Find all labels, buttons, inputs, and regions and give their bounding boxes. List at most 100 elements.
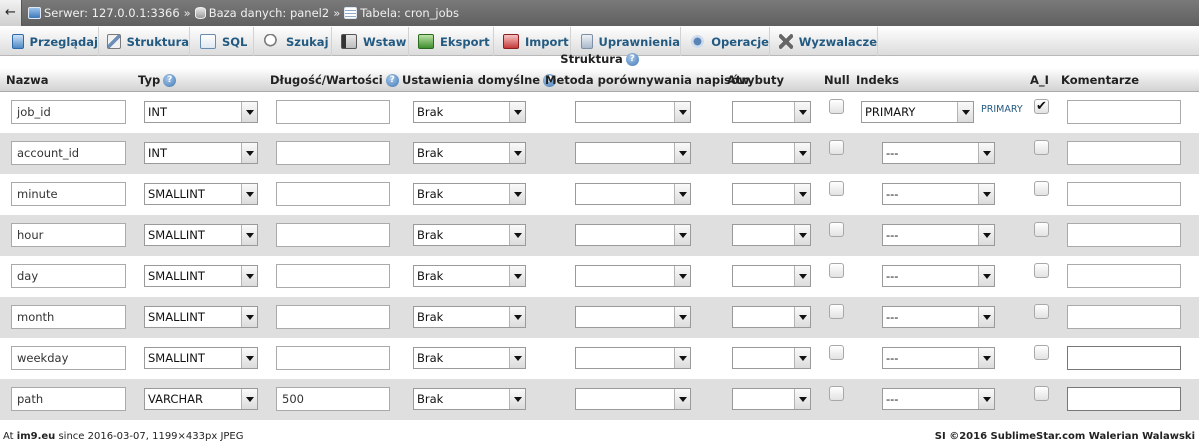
index-select[interactable]: --- xyxy=(882,224,995,246)
null-checkbox[interactable] xyxy=(829,222,844,237)
collation-select[interactable] xyxy=(575,183,691,205)
column-name-input[interactable]: minute xyxy=(11,182,126,206)
attributes-select[interactable] xyxy=(732,306,811,328)
default-select[interactable]: Brak xyxy=(413,388,526,410)
type-select[interactable]: INT xyxy=(144,142,258,164)
comment-input[interactable] xyxy=(1067,305,1181,329)
default-select[interactable]: Brak xyxy=(413,101,526,123)
index-select[interactable]: --- xyxy=(882,388,995,410)
comment-input[interactable] xyxy=(1067,223,1181,247)
auto-increment-checkbox[interactable] xyxy=(1034,181,1049,196)
collation-select[interactable] xyxy=(575,224,691,246)
type-select[interactable]: SMALLINT xyxy=(144,306,258,328)
comment-input[interactable] xyxy=(1067,100,1181,124)
null-checkbox[interactable] xyxy=(829,263,844,278)
comment-input[interactable] xyxy=(1067,182,1181,206)
type-select[interactable]: VARCHAR xyxy=(144,388,258,410)
default-select[interactable]: Brak xyxy=(413,347,526,369)
type-select[interactable]: INT xyxy=(144,101,258,123)
chevron-down-icon xyxy=(674,225,690,245)
column-name-input[interactable]: day xyxy=(11,264,126,288)
help-icon[interactable]: ? xyxy=(163,74,177,87)
breadcrumb-server[interactable]: Serwer: 127.0.0.1:3366 xyxy=(44,6,180,20)
auto-increment-checkbox[interactable] xyxy=(1034,304,1049,319)
breadcrumb-table[interactable]: Tabela: cron_jobs xyxy=(360,6,459,20)
chevron-down-icon xyxy=(794,266,810,286)
tab-label: Uprawnienia xyxy=(598,34,680,49)
auto-increment-checkbox[interactable]: ✔ xyxy=(1034,99,1049,114)
column-name-input[interactable]: job_id xyxy=(11,100,126,124)
null-checkbox[interactable] xyxy=(829,140,844,155)
comment-input[interactable] xyxy=(1067,264,1181,288)
type-select[interactable]: SMALLINT xyxy=(144,347,258,369)
length-input[interactable] xyxy=(276,305,390,329)
attributes-select[interactable] xyxy=(732,388,811,410)
null-checkbox[interactable] xyxy=(829,181,844,196)
type-select[interactable]: SMALLINT xyxy=(144,224,258,246)
collation-select[interactable] xyxy=(575,142,691,164)
default-select[interactable]: Brak xyxy=(413,183,526,205)
length-input[interactable] xyxy=(276,182,390,206)
section-caption: Struktura? xyxy=(0,50,1199,68)
default-select[interactable]: Brak xyxy=(413,265,526,287)
col-default-header: Ustawienia domyślne? xyxy=(402,73,557,87)
auto-increment-checkbox[interactable] xyxy=(1034,386,1049,401)
chevron-down-icon xyxy=(509,389,525,409)
column-name-input[interactable]: account_id xyxy=(11,141,126,165)
col-index-header: Indeks xyxy=(856,73,899,87)
attributes-select[interactable] xyxy=(732,101,811,123)
index-select[interactable]: --- xyxy=(882,265,995,287)
index-select[interactable]: --- xyxy=(882,142,995,164)
comment-input[interactable] xyxy=(1067,346,1181,370)
index-select[interactable]: --- xyxy=(882,183,995,205)
length-input[interactable] xyxy=(276,100,390,124)
collation-select[interactable] xyxy=(575,265,691,287)
column-name-input[interactable]: path xyxy=(11,387,126,411)
attributes-select[interactable] xyxy=(732,347,811,369)
attributes-select[interactable] xyxy=(732,224,811,246)
index-link[interactable]: PRIMARY xyxy=(981,104,1023,115)
null-checkbox[interactable] xyxy=(829,304,844,319)
help-icon[interactable]: ? xyxy=(625,53,639,66)
column-name-input[interactable]: hour xyxy=(11,223,126,247)
auto-increment-checkbox[interactable] xyxy=(1034,222,1049,237)
length-input[interactable] xyxy=(276,346,390,370)
length-input[interactable] xyxy=(276,223,390,247)
table-row: minute SMALLINT Brak --- xyxy=(0,174,1199,215)
column-name-input[interactable]: weekday xyxy=(11,346,126,370)
length-input[interactable] xyxy=(276,264,390,288)
chevron-down-icon xyxy=(241,389,257,409)
breadcrumb-database[interactable]: Baza danych: panel2 xyxy=(209,6,329,20)
collation-select[interactable] xyxy=(575,388,691,410)
index-select[interactable]: --- xyxy=(882,306,995,328)
tab-label: Przeglądaj xyxy=(29,34,98,49)
null-checkbox[interactable] xyxy=(829,345,844,360)
index-select-value: --- xyxy=(886,228,899,242)
comment-input[interactable] xyxy=(1067,387,1181,411)
collation-select[interactable] xyxy=(575,347,691,369)
length-input[interactable]: 500 xyxy=(276,387,390,411)
auto-increment-checkbox[interactable] xyxy=(1034,140,1049,155)
null-checkbox[interactable] xyxy=(829,99,844,114)
collation-select[interactable] xyxy=(575,101,691,123)
back-button[interactable]: ← xyxy=(0,0,22,26)
attributes-select[interactable] xyxy=(732,183,811,205)
null-checkbox[interactable] xyxy=(829,386,844,401)
chevron-down-icon xyxy=(978,348,994,368)
auto-increment-checkbox[interactable] xyxy=(1034,345,1049,360)
default-select[interactable]: Brak xyxy=(413,142,526,164)
default-select[interactable]: Brak xyxy=(413,306,526,328)
index-select[interactable]: PRIMARY xyxy=(861,101,974,123)
index-select[interactable]: --- xyxy=(882,347,995,369)
column-name-input[interactable]: month xyxy=(11,305,126,329)
collation-select[interactable] xyxy=(575,306,691,328)
attributes-select[interactable] xyxy=(732,265,811,287)
comment-input[interactable] xyxy=(1067,141,1181,165)
type-select[interactable]: SMALLINT xyxy=(144,183,258,205)
help-icon[interactable]: ? xyxy=(385,74,399,87)
type-select[interactable]: SMALLINT xyxy=(144,265,258,287)
length-input[interactable] xyxy=(276,141,390,165)
default-select[interactable]: Brak xyxy=(413,224,526,246)
attributes-select[interactable] xyxy=(732,142,811,164)
auto-increment-checkbox[interactable] xyxy=(1034,263,1049,278)
